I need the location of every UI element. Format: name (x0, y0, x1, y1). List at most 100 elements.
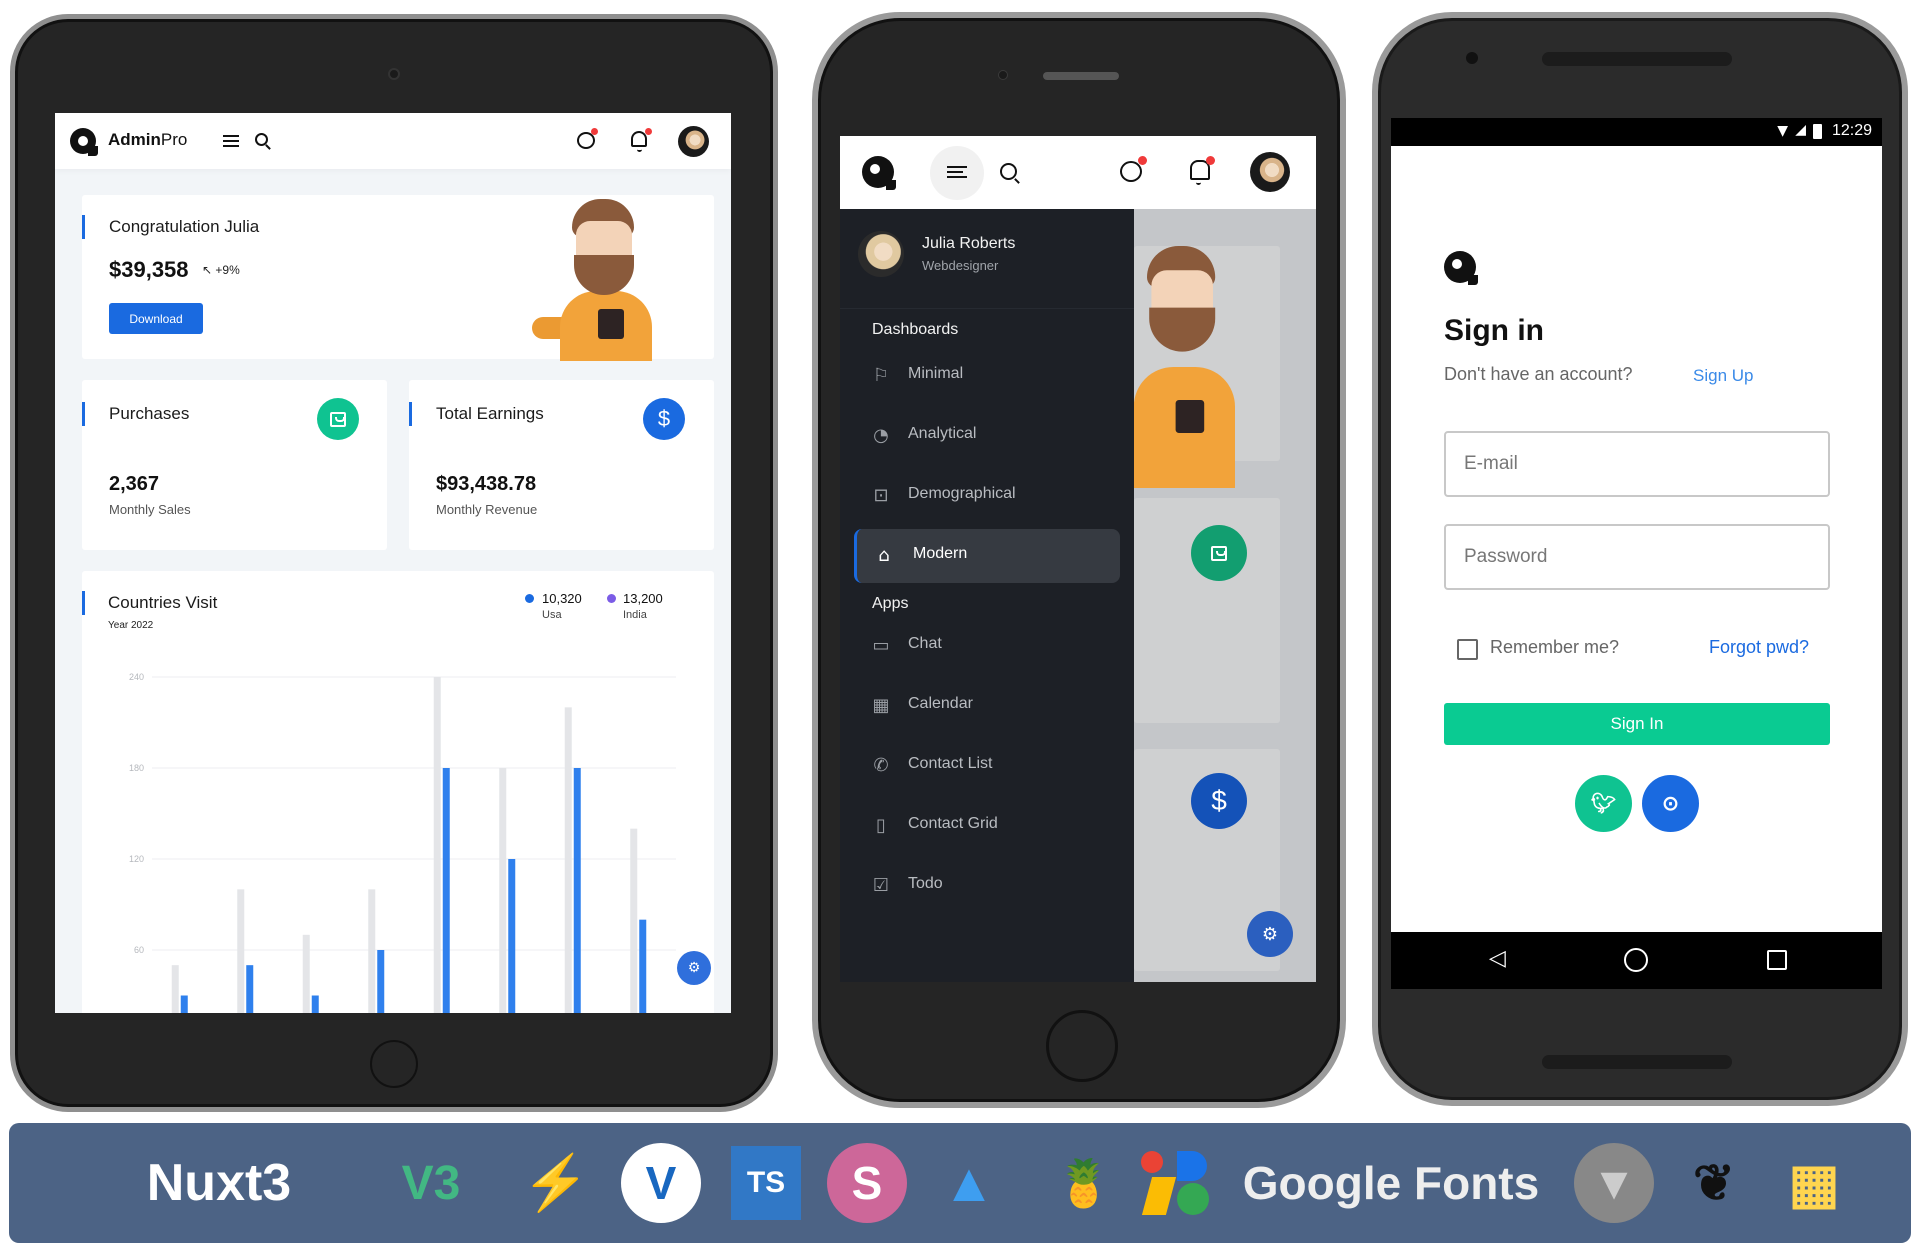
chip-icon: ⊡ (873, 485, 889, 506)
earnings-title: Total Earnings (436, 404, 544, 423)
sidebar-item-label: Chat (908, 635, 942, 652)
bar-india-2[interactable] (237, 889, 245, 1013)
bar-india-7[interactable] (564, 707, 572, 1013)
settings-gear-button[interactable]: ⚙ (1247, 911, 1293, 957)
sidebar-user-role: Webdesigner (922, 258, 999, 273)
twitter-login-button[interactable]: 🐦︎ (1575, 775, 1632, 832)
bar-usa-3[interactable] (311, 995, 319, 1014)
bar-india-8[interactable] (630, 828, 638, 1013)
email-field[interactable] (1444, 431, 1830, 497)
tech-logo-apexcharts: ▲ (942, 1153, 996, 1213)
dimmed-earnings-card: $ ⚙ (1134, 749, 1293, 971)
smartphone-icon: ▯ (876, 815, 886, 836)
bar-usa-4[interactable] (377, 950, 385, 1013)
y-tick-label: 240 (129, 672, 144, 682)
tech-logo-nuxt3: Nuxt3 (146, 1154, 292, 1212)
tech-stack-banner: Nuxt3 V3 ⚡ V TS S ▲ 🍍 Google Fonts ▼ ❦ ▦ (9, 1123, 1911, 1243)
google-fonts-logo-icon (1141, 1151, 1211, 1215)
sidebar-item-label: Minimal (908, 365, 964, 382)
hard-drive-icon: ⌂ (878, 545, 890, 566)
sidebar-section-title: Apps (872, 595, 909, 612)
bar-india-3[interactable] (302, 934, 310, 1013)
bar-india-4[interactable] (368, 889, 376, 1013)
tech-logo-feather-icons: ❦ (1693, 1155, 1735, 1211)
welcome-card: Congratulation Julia $39,358 ↖ +9% Downl… (82, 195, 714, 361)
iphone-camera (998, 70, 1008, 80)
android-speaker-bottom (1542, 1055, 1732, 1069)
adminpro-logo-icon[interactable] (862, 156, 896, 190)
iphone-home-button[interactable] (1046, 1010, 1118, 1082)
sidebar-item-modern[interactable]: ⌂ Modern (854, 529, 1120, 583)
android-nav-bar: ◁ (1391, 932, 1882, 989)
bar-usa-7[interactable] (573, 768, 581, 1013)
github-login-button[interactable]: ⊙ (1642, 775, 1699, 832)
y-tick-label: 60 (134, 945, 144, 955)
brand-name[interactable]: AdminPro (108, 130, 187, 150)
tech-logo-vue3: V3 (401, 1156, 461, 1210)
card-accent (82, 402, 85, 426)
sidebar-item-label: Demographical (908, 485, 1016, 502)
y-tick-label: 180 (129, 763, 144, 773)
menu-toggle-button[interactable] (930, 146, 984, 200)
chat-icon[interactable] (1120, 161, 1142, 182)
signin-title: Sign in (1444, 314, 1544, 347)
remember-me-checkbox[interactable] (1457, 639, 1478, 660)
search-icon[interactable] (1000, 163, 1017, 180)
chat-icon: ▭ (872, 635, 890, 656)
dollar-icon: $ (643, 398, 685, 440)
sidebar-item-calendar[interactable]: ▦ Calendar (854, 679, 1120, 733)
welcome-amount: $39,358 (109, 257, 189, 282)
sidebar-item-todo[interactable]: ☑ Todo (854, 859, 1120, 913)
home-icon[interactable] (1624, 948, 1648, 972)
bar-usa-2[interactable] (246, 965, 254, 1013)
sidebar-item-demographical[interactable]: ⊡ Demographical (854, 469, 1120, 523)
sidebar-item-label: Modern (913, 545, 968, 562)
forgot-password-link[interactable]: Forgot pwd? (1709, 637, 1809, 658)
password-field[interactable] (1444, 524, 1830, 590)
sidebar-item-analytical[interactable]: ◔ Analytical (854, 409, 1120, 463)
adminpro-logo-icon (1444, 251, 1478, 285)
card-accent (409, 402, 412, 426)
dimmed-welcome-card (1103, 246, 1280, 488)
sign-in-button[interactable]: Sign In (1444, 703, 1830, 745)
dimmed-purchases-card (1134, 498, 1280, 723)
user-avatar[interactable] (678, 126, 709, 157)
menu-icon[interactable] (223, 135, 239, 147)
sidebar-item-label: Contact Grid (908, 815, 998, 832)
sidebar-item-contact-grid[interactable]: ▯ Contact Grid (854, 799, 1120, 853)
user-avatar[interactable] (1250, 152, 1290, 192)
sign-up-link[interactable]: Sign Up (1693, 366, 1753, 386)
sidebar-item-chat[interactable]: ▭ Chat (854, 619, 1120, 673)
sidebar-menu: Julia Roberts Webdesigner Dashboards ⚐ Min… (840, 209, 1134, 982)
dimmed-content-overlay[interactable]: $ ⚙ (1103, 209, 1316, 982)
sidebar-item-minimal[interactable]: ⚐ Minimal (854, 349, 1120, 403)
bar-usa-5[interactable] (442, 768, 450, 1013)
trend-value: +9% (215, 263, 240, 277)
brand-bold: Admin (108, 130, 161, 149)
sidebar-section-title: Dashboards (872, 321, 959, 338)
purchases-title: Purchases (109, 404, 190, 423)
no-account-text: Don't have an account? (1444, 364, 1633, 384)
recents-icon[interactable] (1767, 950, 1787, 970)
twitter-icon: 🐦︎ (1590, 793, 1617, 815)
bar-india-5[interactable] (433, 677, 441, 1013)
tech-logo-pinia: 🍍 (1055, 1156, 1113, 1209)
settings-gear-button[interactable]: ⚙ (677, 951, 711, 985)
download-button[interactable]: Download (109, 303, 203, 334)
search-icon[interactable] (255, 133, 268, 146)
tablet-home-button[interactable] (370, 1040, 418, 1088)
sidebar-item-contact-list[interactable]: ✆ Contact List (854, 739, 1120, 793)
bar-india-1[interactable] (171, 965, 179, 1013)
shopping-bag-icon (1191, 525, 1247, 581)
purchases-card: Purchases 2,367 Monthly Sales (82, 380, 387, 550)
adminpro-logo-icon[interactable] (70, 128, 98, 156)
bar-india-6[interactable] (499, 768, 507, 1013)
sidebar-user-profile[interactable]: Julia Roberts Webdesigner (840, 209, 1134, 309)
back-icon[interactable]: ◁ (1489, 946, 1506, 971)
bar-usa-1[interactable] (180, 995, 188, 1014)
remember-me-label[interactable]: Remember me? (1490, 637, 1619, 658)
tech-logo-vuetify: V (621, 1143, 701, 1223)
bar-usa-8[interactable] (639, 919, 647, 1013)
tech-logo-sass: S (827, 1143, 907, 1223)
bar-usa-6[interactable] (508, 859, 516, 1013)
